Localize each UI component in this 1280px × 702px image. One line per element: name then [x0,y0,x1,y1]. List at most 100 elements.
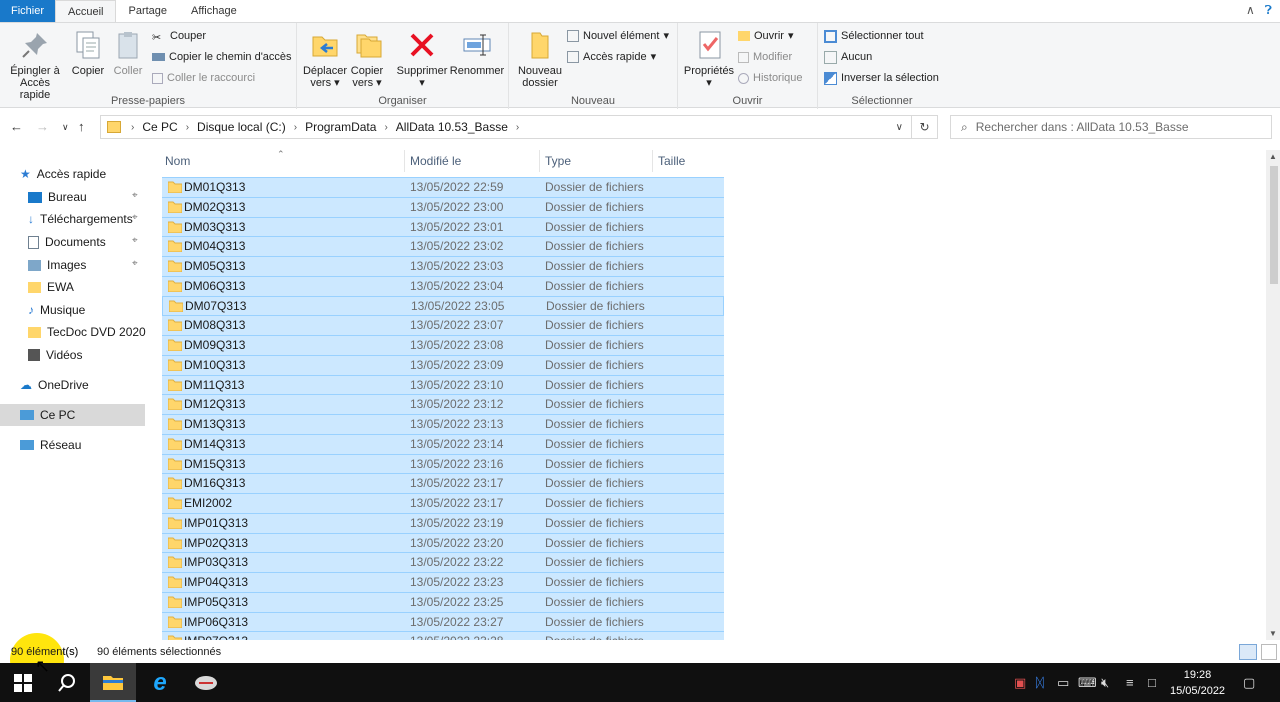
column-name[interactable]: Nom ⌃ [160,150,405,172]
address-bar[interactable]: › Ce PC › Disque local (C:) › ProgramDat… [100,115,912,139]
table-row[interactable]: IMP02Q313 13/05/2022 23:20 Dossier de fich… [162,532,724,553]
internet-explorer-icon[interactable]: e [137,663,183,702]
paste-button[interactable]: Coller [108,29,148,77]
new-folder-button[interactable]: Nouveau dossier [515,29,565,89]
nav-item-tecdoc[interactable]: TecDoc DVD 2020 [28,321,146,343]
battery-icon[interactable]: ▭ [1057,675,1069,691]
up-arrow-icon[interactable]: ↑ [78,119,85,134]
copy-path-button[interactable]: Copier le chemin d'accès [152,48,292,66]
nav-item-bureau[interactable]: Bureau [28,186,87,208]
edit-button[interactable]: Modifier [738,48,792,66]
tab-partage[interactable]: Partage [116,0,179,22]
invert-selection-button[interactable]: Inverser la sélection [824,69,939,87]
scroll-up-icon[interactable]: ▲ [1269,152,1277,161]
scrollbar-thumb[interactable] [1270,166,1278,284]
table-row[interactable]: IMP03Q313 13/05/2022 23:22 Dossier de fich… [162,552,724,573]
breadcrumb-separator-icon[interactable]: › [127,122,138,133]
table-row[interactable]: DM10Q313 13/05/2022 23:09 Dossier de fichi… [162,354,724,375]
table-row[interactable]: DM07Q313 13/05/2022 23:05 Dossier de fichi… [162,295,724,316]
delete-button[interactable]: Supprimer ▾ [393,29,451,89]
nav-item-documents[interactable]: Documents [28,231,106,253]
nav-quick-access[interactable]: ★ Accès rapide [20,163,106,185]
volume-muted-icon[interactable]: 🔇︎ [1101,675,1109,691]
breadcrumb-separator-icon[interactable]: › [182,122,193,133]
table-row[interactable]: IMP07Q313 13/05/2022 23:28 Dossier de fich… [162,631,724,640]
table-row[interactable]: DM13Q313 13/05/2022 23:13 Dossier de fichi… [162,414,724,434]
keyboard-icon[interactable]: ⌨ [1078,675,1097,691]
notifications-icon[interactable]: ▢ [1243,675,1255,691]
table-row[interactable]: DM15Q313 13/05/2022 23:16 Dossier de fichi… [162,453,724,474]
copy-to-button[interactable]: Copier vers ▾ [345,29,389,89]
forward-arrow-icon[interactable]: → [36,119,49,134]
breadcrumb-separator-icon[interactable]: › [380,122,391,133]
table-row[interactable]: IMP04Q313 13/05/2022 23:23 Dossier de fich… [162,572,724,592]
vertical-scrollbar[interactable]: ▲ ▼ [1266,150,1280,640]
nav-item-videos[interactable]: Vidéos [28,344,82,366]
breadcrumb-separator-icon[interactable]: › [512,122,523,133]
column-size[interactable]: Taille [653,150,723,172]
nav-this-pc[interactable]: Ce PC [0,404,145,426]
table-row[interactable]: DM11Q313 13/05/2022 23:10 Dossier de fichi… [162,374,724,395]
help-icon[interactable]: ❓︎ [1265,3,1272,18]
nav-item-musique[interactable]: ♪ Musique [28,299,85,321]
tab-fichier[interactable]: Fichier [0,0,56,22]
nav-item-images[interactable]: Images [28,254,86,276]
table-row[interactable]: DM02Q313 13/05/2022 23:00 Dossier de fichi… [162,196,724,217]
history-button[interactable]: Historique [738,69,803,87]
microphone-icon[interactable]: ≡ [1126,675,1134,690]
select-none-button[interactable]: Aucun [824,48,872,66]
table-row[interactable]: DM12Q313 13/05/2022 23:12 Dossier de fichi… [162,394,724,415]
table-row[interactable]: IMP06Q313 13/05/2022 23:27 Dossier de fich… [162,611,724,632]
network-tray-icon[interactable]: □ [1148,675,1156,690]
column-type[interactable]: Type [540,150,653,172]
bluetooth-icon[interactable]: ᛞ [1036,675,1044,690]
breadcrumb-local-disk[interactable]: Disque local (C:) [193,120,290,134]
table-row[interactable]: EMI2002 13/05/2022 23:17 Dossier de fichie… [162,493,724,513]
rename-button[interactable]: Renommer [449,29,505,77]
table-row[interactable]: DM08Q313 13/05/2022 23:07 Dossier de fichi… [162,315,724,336]
tab-accueil[interactable]: Accueil [55,0,117,23]
search-box[interactable]: ⌕ Rechercher dans : AllData 10.53_Basse [950,115,1272,139]
nav-item-ewa[interactable]: EWA [28,276,74,298]
pin-quick-access-button[interactable]: Épingler à Accès rapide [4,29,66,101]
table-row[interactable]: DM05Q313 13/05/2022 23:03 Dossier de fichi… [162,256,724,276]
paste-shortcut-button[interactable]: Coller le raccourci [152,69,255,87]
table-row[interactable]: DM09Q313 13/05/2022 23:08 Dossier de fichi… [162,335,724,355]
breadcrumb-ce-pc[interactable]: Ce PC [138,120,181,134]
breadcrumb-separator-icon[interactable]: › [290,122,301,133]
new-item-button[interactable]: Nouvel élément ▾ [567,27,669,45]
taskbar-clock[interactable]: 19:28 15/05/2022 [1170,667,1225,699]
cut-button[interactable]: ✂ Couper [152,27,206,45]
copy-button[interactable]: Copier [68,29,108,77]
nav-item-telechargements[interactable]: ↓ Téléchargements [28,208,133,230]
tray-app-icon[interactable]: ▣ [1014,675,1026,691]
ribbon-collapse-icon[interactable]: ∧ [1246,3,1255,18]
refresh-icon[interactable]: ↻ [912,115,938,139]
search-icon[interactable] [44,663,90,702]
table-row[interactable]: DM14Q313 13/05/2022 23:14 Dossier de fichi… [162,433,724,454]
move-to-button[interactable]: Déplacer vers ▾ [301,29,349,89]
recent-locations-chevron-icon[interactable]: ∨ [62,122,69,133]
table-row[interactable]: IMP01Q313 13/05/2022 23:19 Dossier de fich… [162,512,724,533]
open-button[interactable]: Ouvrir ▾ [738,27,793,45]
file-explorer-taskbar-icon[interactable] [90,663,136,702]
address-dropdown-icon[interactable]: ∨ [896,122,903,133]
table-row[interactable]: DM01Q313 13/05/2022 22:59 Dossier de fichi… [162,177,724,197]
breadcrumb-alldata[interactable]: AllData 10.53_Basse [392,120,512,134]
table-row[interactable]: DM06Q313 13/05/2022 23:04 Dossier de fichi… [162,275,724,296]
back-arrow-icon[interactable]: ← [10,119,23,134]
scroll-down-icon[interactable]: ▼ [1269,629,1277,638]
table-row[interactable]: DM04Q313 13/05/2022 23:02 Dossier de fichi… [162,236,724,257]
select-all-button[interactable]: Sélectionner tout [824,27,924,45]
nav-onedrive[interactable]: ☁ OneDrive [20,374,89,396]
app-taskbar-icon[interactable] [183,663,229,702]
column-modified[interactable]: Modifié le [405,150,540,172]
table-row[interactable]: IMP05Q313 13/05/2022 23:25 Dossier de fich… [162,591,724,612]
table-row[interactable]: DM16Q313 13/05/2022 23:17 Dossier de fichi… [162,473,724,494]
properties-button[interactable]: Propriétés ▾ [682,29,736,89]
details-view-icon[interactable] [1239,644,1257,660]
tab-affichage[interactable]: Affichage [179,0,249,22]
nav-network[interactable]: Réseau [20,434,81,456]
easy-access-button[interactable]: Accès rapide ▾ [567,48,656,66]
breadcrumb-programdata[interactable]: ProgramData [301,120,380,134]
